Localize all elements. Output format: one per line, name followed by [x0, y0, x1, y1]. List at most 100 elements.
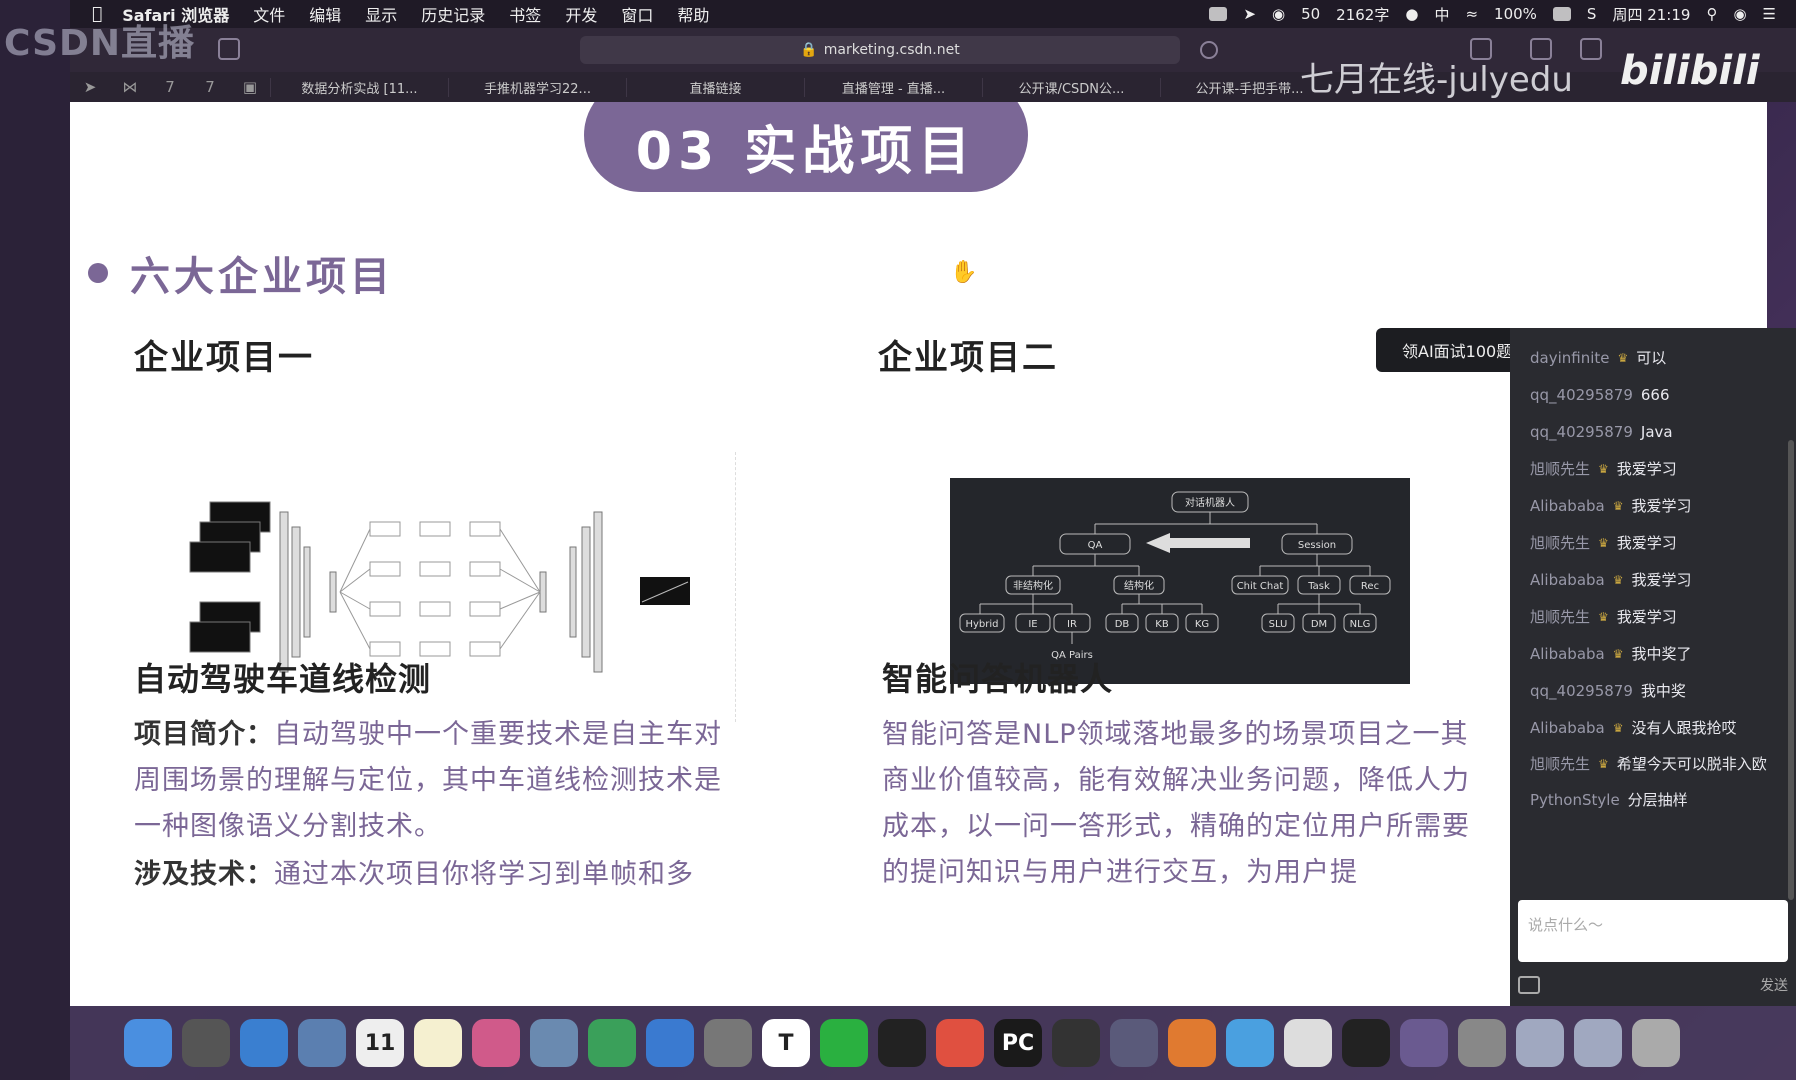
- tab[interactable]: 手推机器学习22...: [448, 77, 626, 97]
- chat-username[interactable]: 旭顺先生: [1530, 599, 1590, 636]
- lock-icon: 🔒: [800, 42, 818, 58]
- menu-edit[interactable]: 编辑: [309, 2, 341, 26]
- pinned-tab-icon-2[interactable]: 7: [190, 78, 230, 96]
- folder-icon[interactable]: [1516, 1019, 1564, 1067]
- menu-help[interactable]: 帮助: [677, 2, 709, 26]
- leaf-node: DM: [1311, 619, 1327, 630]
- wechat-icon[interactable]: [820, 1019, 868, 1067]
- dock: 11 T PC: [70, 1006, 1796, 1080]
- menu-bookmarks[interactable]: 书签: [509, 2, 541, 26]
- chat-username[interactable]: Alibababa: [1530, 488, 1605, 525]
- chat-username[interactable]: Alibababa: [1530, 636, 1605, 673]
- xmind-icon[interactable]: [936, 1019, 984, 1067]
- chat-username[interactable]: 旭顺先生: [1530, 752, 1590, 776]
- pointer-icon[interactable]: ➤: [70, 78, 110, 96]
- leaf-node: NLG: [1350, 619, 1371, 630]
- menu-view[interactable]: 显示: [365, 2, 397, 26]
- screenshot-icon[interactable]: [1458, 1019, 1506, 1067]
- firefox-icon[interactable]: [1168, 1019, 1216, 1067]
- crown-icon: ♛: [1612, 499, 1624, 513]
- leaf-node: DB: [1115, 619, 1130, 630]
- chat-message: PythonStyle 分层抽样: [1530, 782, 1780, 819]
- chat-text: 分层抽样: [1627, 791, 1688, 809]
- terminal-icon[interactable]: [1342, 1019, 1390, 1067]
- bookmark-icon[interactable]: ⋈: [110, 78, 150, 96]
- menu-window[interactable]: 窗口: [621, 2, 653, 26]
- search-icon[interactable]: ⚲: [1706, 5, 1717, 23]
- qq-icon[interactable]: [878, 1019, 926, 1067]
- folder2-icon[interactable]: [1574, 1019, 1622, 1067]
- wechat-status-icon[interactable]: ◉: [1272, 5, 1285, 23]
- numbers-icon[interactable]: [588, 1019, 636, 1067]
- chat-scrollbar[interactable]: [1788, 440, 1794, 900]
- chat-username[interactable]: Alibababa: [1530, 716, 1605, 740]
- chat-input[interactable]: 说点什么～: [1518, 900, 1788, 962]
- battery-level: 100%: [1494, 5, 1537, 23]
- chat-username[interactable]: PythonStyle: [1530, 782, 1620, 819]
- reload-icon[interactable]: [1200, 41, 1218, 59]
- chat-username[interactable]: Alibababa: [1530, 562, 1605, 599]
- video-icon[interactable]: [1400, 1019, 1448, 1067]
- chrome-icon[interactable]: [1284, 1019, 1332, 1067]
- word-count: 2162字: [1336, 5, 1390, 24]
- send-button[interactable]: 发送: [1760, 975, 1788, 995]
- chat-message: Alibababa ♛ 没有人跟我抢哎: [1530, 710, 1780, 746]
- chat-username[interactable]: qq_40295879: [1530, 414, 1633, 451]
- menu-develop[interactable]: 开发: [565, 2, 597, 26]
- location-icon[interactable]: ➤: [1243, 5, 1256, 23]
- pycharm-icon[interactable]: PC: [994, 1019, 1042, 1067]
- left-strip: [0, 0, 70, 1080]
- sidebar-toggle-icon[interactable]: [218, 38, 240, 60]
- section-title: 03 实战项目: [584, 102, 1028, 192]
- launchpad-icon[interactable]: [182, 1019, 230, 1067]
- chat-text: 我爱学习: [1616, 534, 1677, 552]
- hand-cursor-icon: ✋: [950, 260, 978, 285]
- status-area: ➤ ◉ 50 2162字 ● 中 ≈ 100% S 周四 21:19 ⚲ ◉ ☰: [1209, 4, 1796, 25]
- safari-icon[interactable]: [240, 1019, 288, 1067]
- chat-username[interactable]: qq_40295879: [1530, 673, 1633, 710]
- project1-tech: 涉及技术：通过本次项目你将学习到单帧和多: [134, 852, 744, 898]
- image-upload-icon[interactable]: [1518, 976, 1540, 994]
- address-bar[interactable]: 🔒 marketing.csdn.net: [580, 36, 1180, 64]
- tab[interactable]: 公开课/CSDN公...: [982, 77, 1160, 97]
- settings-icon[interactable]: [704, 1019, 752, 1067]
- tab[interactable]: 数据分析实战 [11...: [270, 77, 448, 97]
- obs-icon[interactable]: [1052, 1019, 1100, 1067]
- photos-icon[interactable]: [472, 1019, 520, 1067]
- clock[interactable]: 周四 21:19: [1612, 4, 1690, 25]
- leaf-node: KB: [1155, 619, 1169, 630]
- sogou-icon[interactable]: S: [1587, 5, 1597, 23]
- preview-icon[interactable]: [530, 1019, 578, 1067]
- chat-message: dayinfinite ♛ 可以: [1530, 340, 1780, 377]
- tabs-overview-icon[interactable]: [1580, 38, 1602, 60]
- menu-history[interactable]: 历史记录: [421, 2, 485, 26]
- telegram-icon[interactable]: [1226, 1019, 1274, 1067]
- battery-icon[interactable]: [1552, 7, 1571, 21]
- calendar-icon[interactable]: 11: [356, 1019, 404, 1067]
- wifi-icon[interactable]: ≈: [1465, 5, 1478, 23]
- siri-icon[interactable]: ◉: [1733, 5, 1746, 23]
- csdn-live-watermark: CSDN直播: [4, 23, 196, 64]
- chat-username[interactable]: 旭顺先生: [1530, 525, 1590, 562]
- mail-icon[interactable]: [298, 1019, 346, 1067]
- chat-promo-banner[interactable]: 领AI面试100题: [1376, 328, 1516, 372]
- keynote-icon[interactable]: [646, 1019, 694, 1067]
- typora-icon[interactable]: T: [762, 1019, 810, 1067]
- chat-username[interactable]: dayinfinite: [1530, 340, 1610, 377]
- tab[interactable]: 直播管理 - 直播...: [804, 77, 982, 97]
- tab[interactable]: 直播链接: [626, 77, 804, 97]
- mic-icon[interactable]: ●: [1405, 5, 1418, 23]
- finder-icon[interactable]: [124, 1019, 172, 1067]
- input-method[interactable]: 中: [1434, 4, 1449, 25]
- chat-text: 没有人跟我抢哎: [1631, 719, 1737, 737]
- screen-icon[interactable]: [1209, 7, 1228, 21]
- pinned-tab-icon-3[interactable]: ▣: [230, 78, 270, 96]
- notes-icon[interactable]: [414, 1019, 462, 1067]
- chat-username[interactable]: qq_40295879: [1530, 377, 1633, 414]
- chat-username[interactable]: 旭顺先生: [1530, 451, 1590, 488]
- control-center-icon[interactable]: ☰: [1763, 5, 1776, 23]
- trash-icon[interactable]: [1632, 1019, 1680, 1067]
- pinned-tab-icon[interactable]: 7: [150, 78, 190, 96]
- vmware-icon[interactable]: [1110, 1019, 1158, 1067]
- menu-file[interactable]: 文件: [253, 2, 285, 26]
